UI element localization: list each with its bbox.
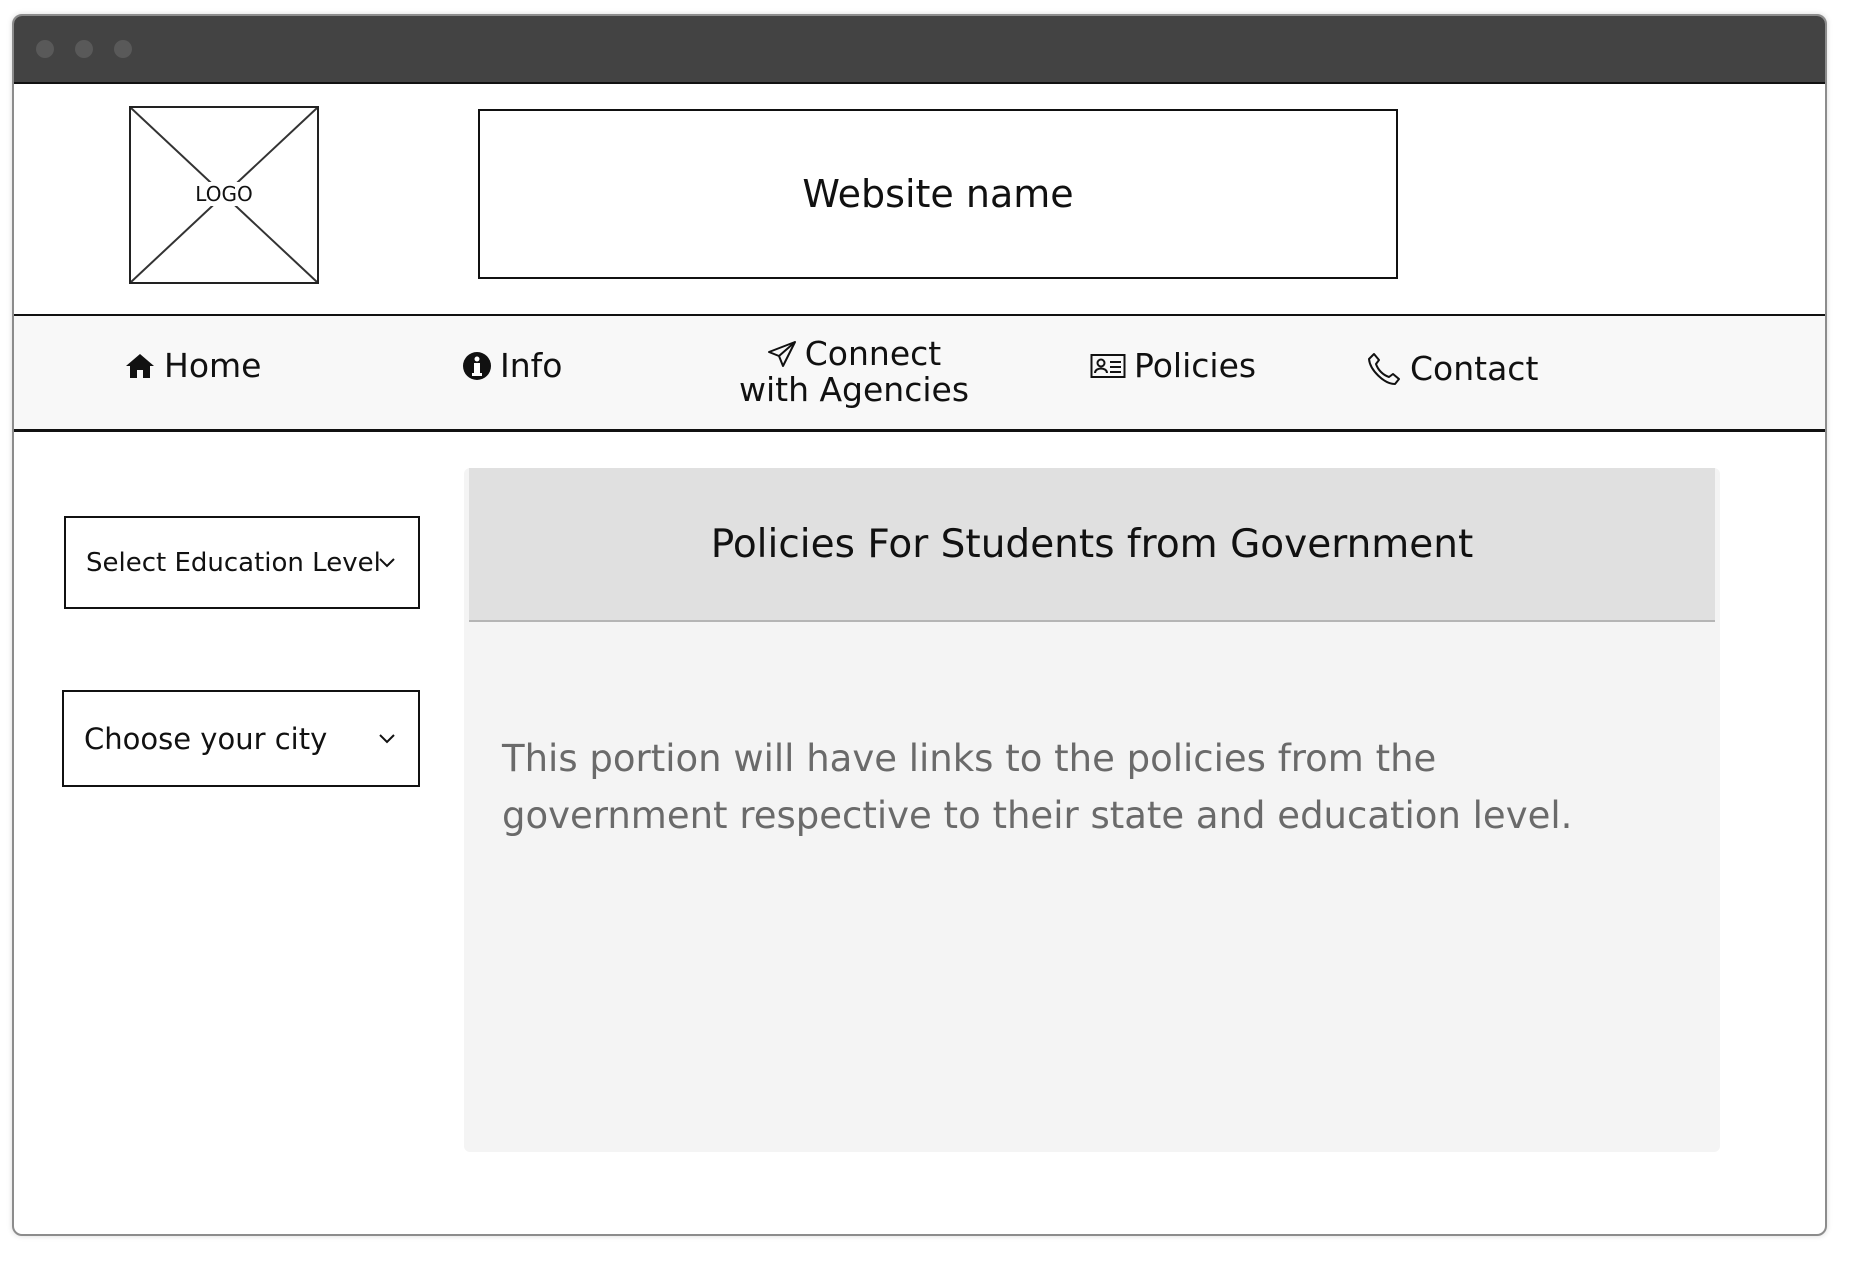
nav-connect-agencies[interactable]: Connect with Agencies (734, 336, 974, 408)
chevron-down-icon (379, 733, 395, 743)
nav-connect-label-line2: with Agencies (738, 370, 970, 409)
site-header: LOGO Website name (14, 82, 1825, 316)
paper-plane-icon (767, 341, 796, 367)
chevron-down-icon (379, 557, 395, 567)
policies-panel: Policies For Students from Government Th… (464, 468, 1720, 1152)
nav-home-label: Home (164, 346, 262, 385)
nav-policies[interactable]: Policies (1090, 346, 1256, 385)
city-select[interactable]: Choose your city (62, 690, 420, 787)
education-level-select[interactable]: Select Education Level (64, 516, 420, 609)
nav-connect-label-line1: Connect (804, 334, 942, 373)
window-titlebar (14, 16, 1825, 82)
website-name: Website name (478, 109, 1398, 279)
minimize-dot[interactable] (75, 40, 93, 58)
main-navbar: Home Info Connect with Agencies Policies… (14, 316, 1825, 432)
browser-window: LOGO Website name Home Info Connect with… (12, 14, 1827, 1236)
nav-home[interactable]: Home (124, 346, 261, 385)
logo-text: LOGO (194, 182, 254, 206)
nav-contact-label: Contact (1410, 349, 1539, 388)
education-level-value: Select Education Level (86, 547, 381, 578)
panel-description: This portion will have links to the poli… (502, 737, 1573, 837)
city-value: Choose your city (84, 721, 328, 756)
maximize-dot[interactable] (114, 40, 132, 58)
phone-icon (1368, 352, 1400, 385)
nav-info[interactable]: Info (462, 346, 562, 385)
close-dot[interactable] (36, 40, 54, 58)
id-card-icon (1090, 353, 1126, 378)
nav-info-label: Info (500, 346, 563, 385)
nav-contact[interactable]: Contact (1366, 349, 1538, 388)
nav-policies-label: Policies (1134, 346, 1257, 385)
logo-placeholder[interactable]: LOGO (129, 106, 319, 284)
home-icon (126, 353, 154, 378)
info-icon (463, 351, 491, 380)
panel-title: Policies For Students from Government (469, 468, 1715, 622)
